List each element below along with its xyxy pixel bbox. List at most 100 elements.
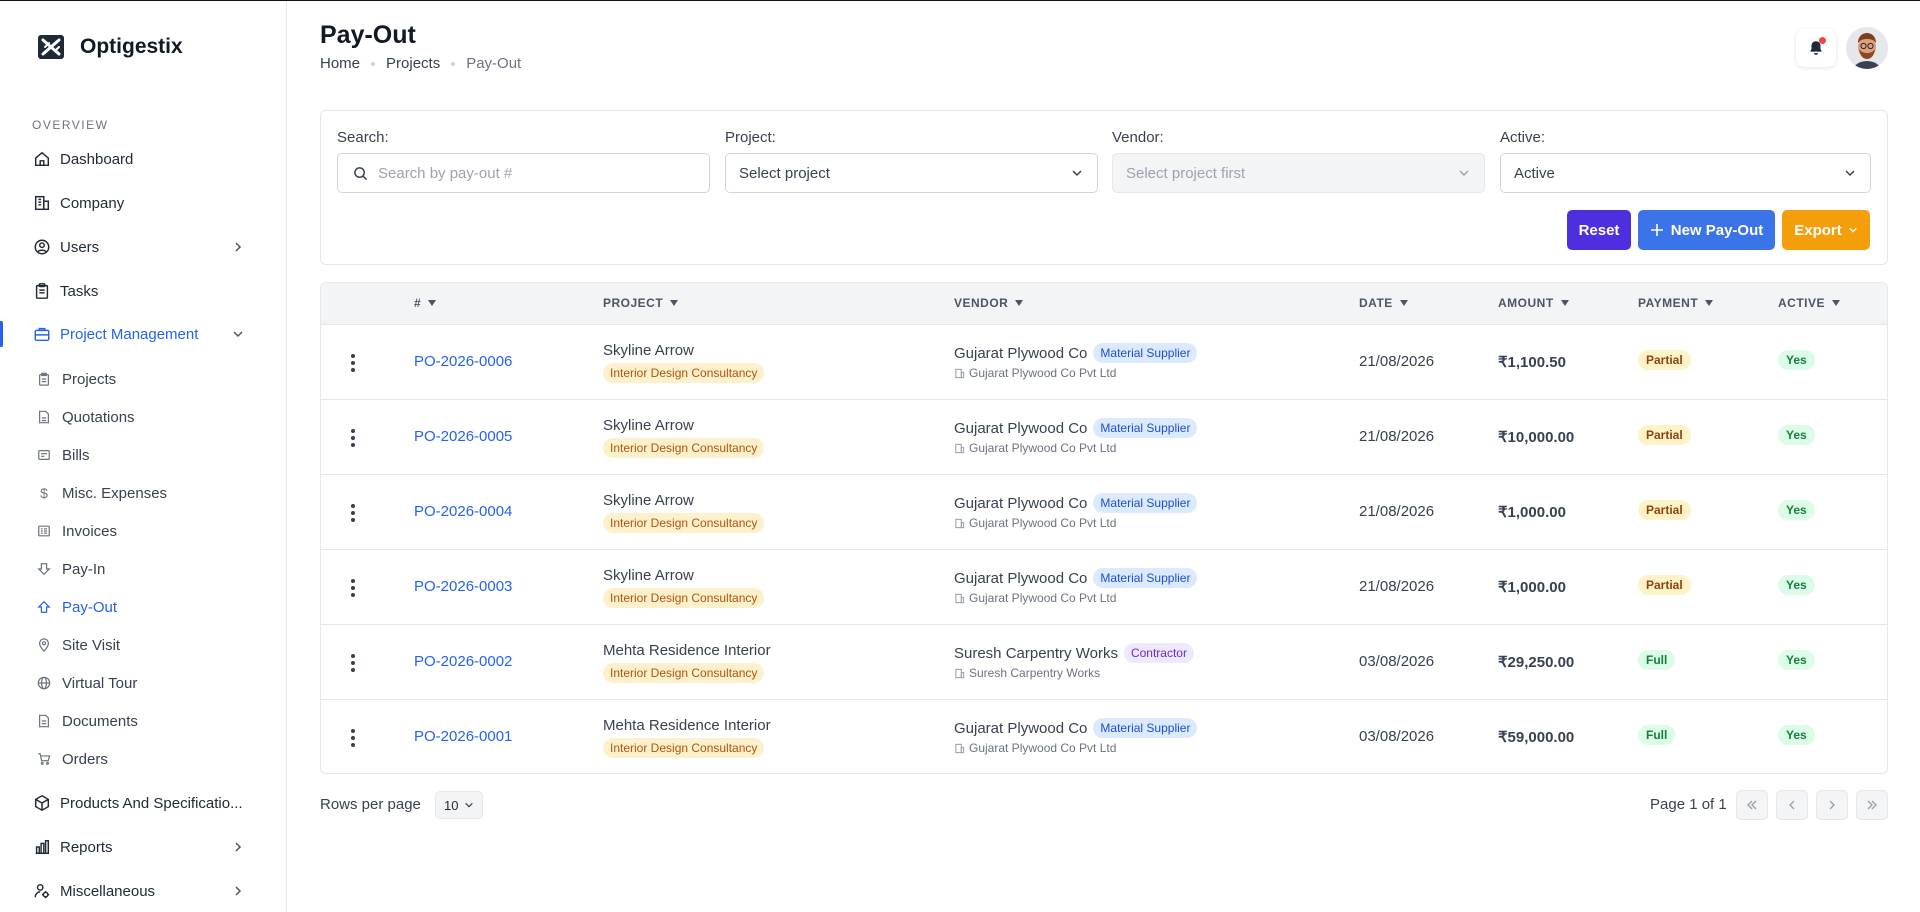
column-header-number[interactable]: # bbox=[414, 296, 437, 310]
table-row[interactable]: PO-2026-0002 Mehta Residence Interior In… bbox=[321, 624, 1887, 699]
chevrons-right-icon bbox=[1867, 800, 1877, 810]
project-type-tag: Interior Design Consultancy bbox=[603, 438, 765, 458]
brand[interactable]: Optigestix bbox=[36, 31, 183, 63]
project-name: Skyline Arrow bbox=[603, 417, 694, 434]
pay-out-number-link[interactable]: PO-2026-0004 bbox=[414, 503, 512, 520]
sidebar-item-site-visit[interactable]: Site Visit bbox=[0, 632, 287, 658]
project-select-value: Select project bbox=[739, 164, 830, 182]
notification-button[interactable] bbox=[1796, 29, 1836, 67]
pay-out-number-link[interactable]: PO-2026-0006 bbox=[414, 353, 512, 370]
sidebar-item-documents[interactable]: Documents bbox=[0, 708, 287, 734]
active-status-badge: Yes bbox=[1778, 650, 1815, 670]
project-type-tag: Interior Design Consultancy bbox=[603, 363, 765, 383]
breadcrumb-projects[interactable]: Projects bbox=[386, 55, 440, 72]
search-input[interactable] bbox=[378, 164, 678, 182]
column-header-date[interactable]: DATE bbox=[1359, 296, 1409, 310]
project-type-tag: Interior Design Consultancy bbox=[603, 588, 765, 608]
chevron-down-icon bbox=[465, 802, 474, 808]
sidebar-item-miscellaneous[interactable]: Miscellaneous bbox=[0, 876, 287, 906]
row-actions-menu-icon[interactable] bbox=[343, 351, 363, 375]
building-icon bbox=[955, 593, 965, 603]
chevron-right-icon bbox=[232, 884, 246, 898]
previous-page-button[interactable] bbox=[1776, 790, 1808, 820]
row-actions-menu-icon[interactable] bbox=[343, 651, 363, 675]
sidebar-item-dashboard[interactable]: Dashboard bbox=[0, 144, 287, 174]
rows-per-page-value: 10 bbox=[444, 797, 459, 813]
row-actions-menu-icon[interactable] bbox=[343, 726, 363, 750]
column-header-project[interactable]: PROJECT bbox=[603, 296, 679, 310]
sidebar-item-tasks[interactable]: Tasks bbox=[0, 276, 287, 306]
next-page-button[interactable] bbox=[1816, 790, 1848, 820]
table-row[interactable]: PO-2026-0004 Skyline Arrow Interior Desi… bbox=[321, 474, 1887, 549]
payment-status-badge: Partial bbox=[1638, 575, 1691, 595]
sort-icon bbox=[1015, 300, 1024, 306]
dollar-icon: $ bbox=[40, 485, 48, 501]
sidebar-item-label: Documents bbox=[62, 712, 138, 730]
breadcrumb-home[interactable]: Home bbox=[320, 55, 360, 72]
building-icon bbox=[955, 518, 965, 528]
sidebar-item-virtual-tour[interactable]: Virtual Tour bbox=[0, 670, 287, 696]
active-status-badge: Yes bbox=[1778, 500, 1815, 520]
sidebar-item-pay-out[interactable]: Pay-Out bbox=[0, 594, 287, 620]
sidebar-item-products[interactable]: Products And Specificatio... bbox=[0, 788, 287, 818]
project-select[interactable]: Select project bbox=[725, 153, 1098, 193]
column-header-vendor[interactable]: VENDOR bbox=[954, 296, 1024, 310]
pay-out-number-link[interactable]: PO-2026-0005 bbox=[414, 428, 512, 445]
sidebar-item-label: Tasks bbox=[60, 282, 99, 300]
sidebar-item-invoices[interactable]: Invoices bbox=[0, 518, 287, 544]
vendor-type-tag: Contractor bbox=[1123, 643, 1194, 663]
sidebar-item-users[interactable]: Users bbox=[0, 232, 287, 262]
sidebar-item-company[interactable]: Company bbox=[0, 188, 287, 218]
column-header-amount[interactable]: AMOUNT bbox=[1498, 296, 1570, 310]
sidebar-item-bills[interactable]: Bills bbox=[0, 442, 287, 468]
sort-icon bbox=[1705, 300, 1714, 306]
vendor-label: Vendor: bbox=[1112, 129, 1164, 146]
reset-button-label: Reset bbox=[1578, 221, 1620, 239]
row-actions-menu-icon[interactable] bbox=[343, 576, 363, 600]
chevron-right-icon bbox=[232, 240, 246, 254]
new-pay-out-button[interactable]: New Pay-Out bbox=[1638, 210, 1775, 250]
table-row[interactable]: PO-2026-0006 Skyline Arrow Interior Desi… bbox=[321, 324, 1887, 399]
payment-status-badge: Partial bbox=[1638, 350, 1691, 370]
pay-out-number-link[interactable]: PO-2026-0001 bbox=[414, 728, 512, 745]
search-field[interactable] bbox=[337, 153, 710, 193]
building-icon bbox=[955, 443, 965, 453]
project-label: Project: bbox=[725, 129, 776, 146]
sidebar-item-misc-expenses[interactable]: $ Misc. Expenses bbox=[0, 480, 287, 506]
column-header-payment[interactable]: PAYMENT bbox=[1638, 296, 1714, 310]
sidebar-item-project-management[interactable]: Project Management bbox=[0, 319, 287, 349]
pay-out-number-link[interactable]: PO-2026-0002 bbox=[414, 653, 512, 670]
pay-out-number-link[interactable]: PO-2026-0003 bbox=[414, 578, 512, 595]
rows-per-page-select[interactable]: 10 bbox=[435, 791, 483, 819]
chevron-down-icon bbox=[1459, 170, 1469, 177]
column-header-active[interactable]: ACTIVE bbox=[1778, 296, 1841, 310]
receipt-icon bbox=[36, 447, 52, 463]
date-cell: 21/08/2026 bbox=[1359, 353, 1435, 370]
breadcrumb: Home Projects Pay-Out bbox=[320, 55, 521, 72]
row-actions-menu-icon[interactable] bbox=[343, 501, 363, 525]
vendor-cell: Gujarat Plywood Co Material Supplier bbox=[954, 718, 1198, 738]
sidebar-item-projects[interactable]: Projects bbox=[0, 366, 287, 392]
vendor-type-tag: Material Supplier bbox=[1093, 568, 1198, 588]
payout-table: # PROJECT VENDOR DATE AMOUNT PAYMENT ACT… bbox=[320, 282, 1888, 774]
table-row[interactable]: PO-2026-0001 Mehta Residence Interior In… bbox=[321, 699, 1887, 773]
sidebar-item-label: Pay-In bbox=[62, 560, 106, 578]
sidebar-item-orders[interactable]: Orders bbox=[0, 746, 287, 772]
first-page-button[interactable] bbox=[1736, 790, 1768, 820]
table-row[interactable]: PO-2026-0003 Skyline Arrow Interior Desi… bbox=[321, 549, 1887, 624]
active-select[interactable]: Active bbox=[1500, 153, 1871, 193]
sidebar-item-reports[interactable]: Reports bbox=[0, 832, 287, 862]
sidebar-item-quotations[interactable]: Quotations bbox=[0, 404, 287, 430]
avatar[interactable] bbox=[1846, 27, 1888, 69]
last-page-button[interactable] bbox=[1856, 790, 1888, 820]
vendor-select-value: Select project first bbox=[1126, 164, 1246, 182]
vendor-company: Suresh Carpentry Works bbox=[954, 666, 1100, 680]
vendor-cell: Suresh Carpentry Works Contractor bbox=[954, 643, 1194, 663]
row-actions-menu-icon[interactable] bbox=[343, 426, 363, 450]
reset-button[interactable]: Reset bbox=[1567, 210, 1631, 250]
sidebar-item-label: Bills bbox=[62, 446, 90, 464]
export-button[interactable]: Export bbox=[1782, 210, 1870, 250]
table-row[interactable]: PO-2026-0005 Skyline Arrow Interior Desi… bbox=[321, 399, 1887, 474]
clipboard-icon bbox=[36, 371, 52, 387]
sidebar-item-pay-in[interactable]: Pay-In bbox=[0, 556, 287, 582]
